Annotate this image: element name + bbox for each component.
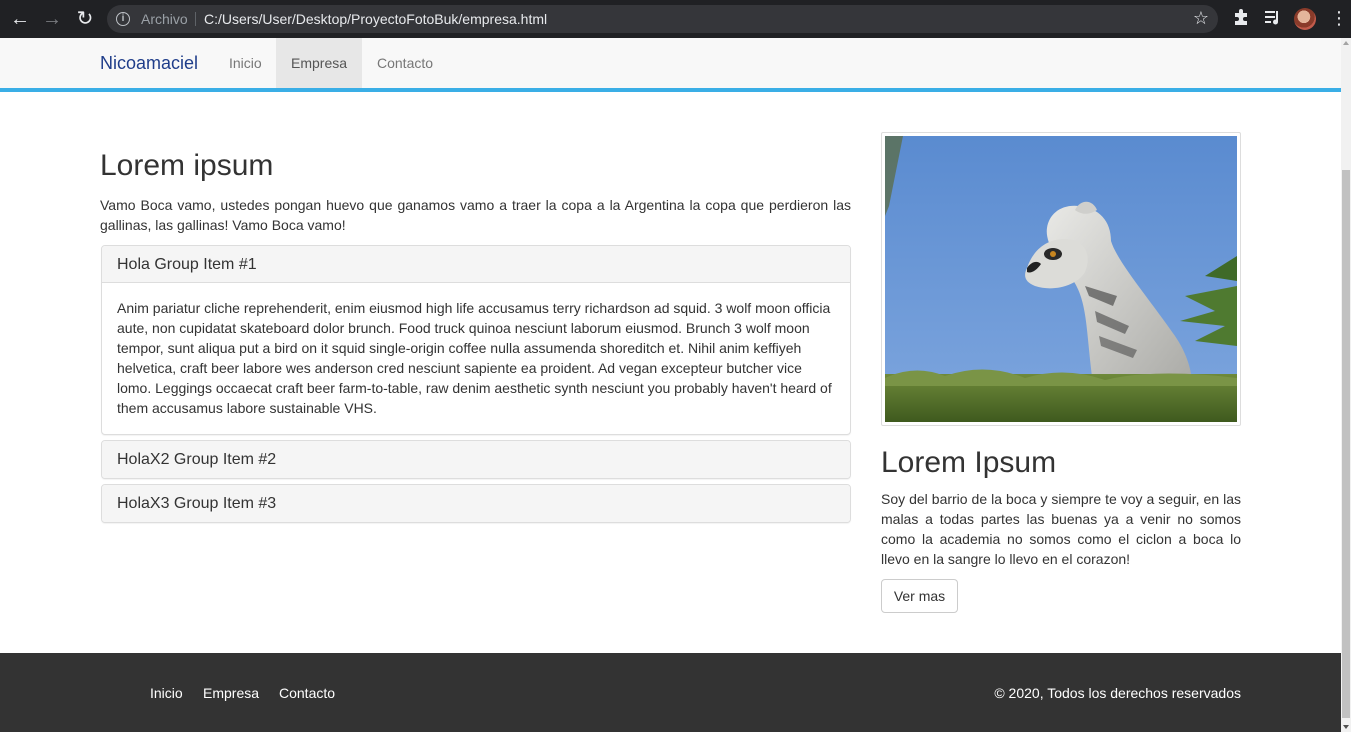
nav-link-empresa[interactable]: Empresa: [276, 38, 363, 88]
bookmark-star-icon[interactable]: ☆: [1193, 8, 1209, 29]
scroll-down-arrow-icon[interactable]: [1343, 725, 1349, 729]
footer-copyright: © 2020, Todos los derechos reservados: [994, 685, 1241, 701]
nav-link-contacto[interactable]: Contacto: [362, 38, 448, 88]
reload-icon[interactable]: ↻: [73, 7, 97, 31]
accordion-panel-1: Hola Group Item #1 Anim pariatur cliche …: [101, 245, 851, 435]
accordion-panel-3: HolaX3 Group Item #3: [101, 484, 851, 523]
footer-link-contacto[interactable]: Contacto: [279, 685, 335, 701]
page-title: Lorem ipsum: [100, 149, 274, 182]
accordion-panel-2: HolaX2 Group Item #2: [101, 440, 851, 479]
ver-mas-button[interactable]: Ver mas: [881, 579, 958, 613]
forward-arrow-icon[interactable]: →: [40, 7, 64, 31]
sidebar-paragraph: Soy del barrio de la boca y siempre te v…: [881, 491, 1241, 567]
lemur-photo: [885, 136, 1237, 422]
address-bar[interactable]: i Archivo C:/Users/User/Desktop/Proyecto…: [107, 5, 1218, 33]
profile-avatar[interactable]: [1294, 8, 1316, 30]
vertical-scrollbar[interactable]: [1341, 38, 1351, 732]
intro-paragraph: Vamo Boca vamo, ustedes pongan huevo que…: [100, 197, 851, 233]
accordion-body-1: Anim pariatur cliche reprehenderit, enim…: [117, 300, 832, 416]
site-footer: Inicio Empresa Contacto © 2020, Todos lo…: [0, 653, 1341, 732]
omnibox-divider: [195, 12, 196, 26]
scroll-up-arrow-icon[interactable]: [1343, 41, 1349, 45]
nav-link-inicio[interactable]: Inicio: [214, 38, 277, 88]
browser-toolbar: ← → ↻ i Archivo C:/Users/User/Desktop/Pr…: [0, 0, 1351, 38]
scrollbar-thumb[interactable]: [1342, 170, 1350, 718]
sidebar-title: Lorem Ipsum: [881, 446, 1057, 479]
file-scheme-label: Archivo: [141, 11, 188, 27]
page-viewport: Nicoamaciel Inicio Empresa Contacto Lore…: [0, 38, 1341, 732]
brand-logo-text[interactable]: Nicoamaciel: [100, 53, 198, 74]
footer-link-empresa[interactable]: Empresa: [203, 685, 259, 701]
extensions-puzzle-icon[interactable]: [1232, 8, 1250, 31]
media-queue-icon[interactable]: [1263, 8, 1281, 31]
kebab-menu-icon[interactable]: ⋮: [1330, 8, 1348, 28]
accordion-heading-3[interactable]: HolaX3 Group Item #3: [102, 485, 850, 522]
footer-link-inicio[interactable]: Inicio: [150, 685, 183, 701]
image-thumbnail: [881, 132, 1241, 426]
accordion-heading-1[interactable]: Hola Group Item #1: [102, 246, 850, 283]
back-arrow-icon[interactable]: ←: [8, 7, 32, 31]
site-navbar: Nicoamaciel Inicio Empresa Contacto: [0, 38, 1341, 92]
accordion-heading-2[interactable]: HolaX2 Group Item #2: [102, 441, 850, 478]
info-icon[interactable]: i: [116, 12, 130, 26]
url-text[interactable]: C:/Users/User/Desktop/ProyectoFotoBuk/em…: [204, 11, 547, 27]
